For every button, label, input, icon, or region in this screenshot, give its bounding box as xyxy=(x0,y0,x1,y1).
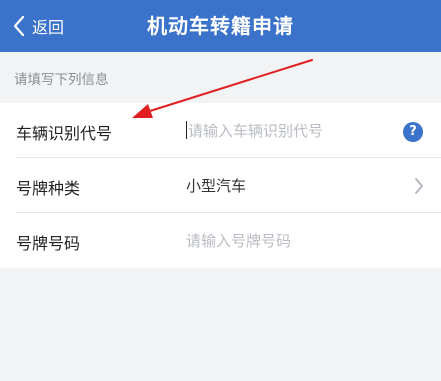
form-hint-section: 请填写下列信息 xyxy=(0,52,441,100)
page-title: 机动车转籍申请 xyxy=(147,14,294,38)
text-cursor xyxy=(186,121,187,139)
vin-input[interactable]: 请输入车辆识别代号 xyxy=(186,120,323,141)
form-card: 车辆识别代号 请输入车辆识别代号 ? 号牌种类 小型汽车 号牌号码 请输入号牌号… xyxy=(0,103,441,268)
vin-label: 车辆识别代号 xyxy=(16,124,113,143)
form-row-plate-number: 号牌号码 请输入号牌号码 xyxy=(0,213,441,268)
plate-type-label: 号牌种类 xyxy=(16,179,81,198)
form-row-vin: 车辆识别代号 请输入车辆识别代号 ? xyxy=(0,103,441,158)
vin-input-placeholder: 请输入车辆识别代号 xyxy=(188,122,324,140)
form-row-plate-type[interactable]: 号牌种类 小型汽车 xyxy=(0,158,441,213)
help-icon[interactable]: ? xyxy=(403,122,423,142)
top-nav-bar: 返回 机动车转籍申请 xyxy=(0,0,441,52)
plate-number-label: 号牌号码 xyxy=(16,234,81,253)
plate-type-select[interactable]: 小型汽车 xyxy=(186,175,246,196)
form-hint-text: 请填写下列信息 xyxy=(14,72,109,88)
chevron-right-icon xyxy=(415,178,423,194)
plate-number-input[interactable]: 请输入号牌号码 xyxy=(186,230,291,251)
